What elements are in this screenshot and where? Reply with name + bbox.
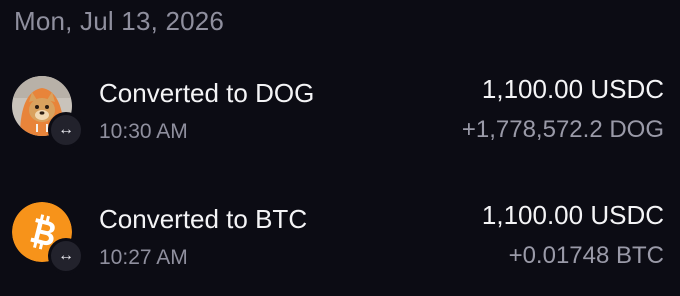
transaction-title: Converted to BTC [99,204,308,234]
transaction-received: +0.01748 BTC [508,242,664,269]
transaction-avatar: ↔ [12,198,84,274]
transaction-row-btc[interactable]: ↔ Converted to BTC 10:27 AM 1,100.00 USD… [0,198,680,284]
transaction-received: +1,778,572.2 DOG [461,116,664,143]
transaction-amount: 1,100.00 USDC [481,200,664,230]
transaction-title: Converted to DOG [99,78,315,108]
transaction-avatar: ↔ [12,72,84,148]
swap-arrows-icon: ↔ [48,238,84,274]
transaction-row-dog[interactable]: ↔ Converted to DOG 10:30 AM 1,100.00 USD… [0,72,680,158]
transaction-time: 10:27 AM [99,246,188,269]
swap-arrows-icon: ↔ [48,112,84,148]
date-header: Mon, Jul 13, 2026 [14,6,225,36]
transaction-amount: 1,100.00 USDC [481,74,664,104]
transaction-time: 10:30 AM [99,120,188,143]
